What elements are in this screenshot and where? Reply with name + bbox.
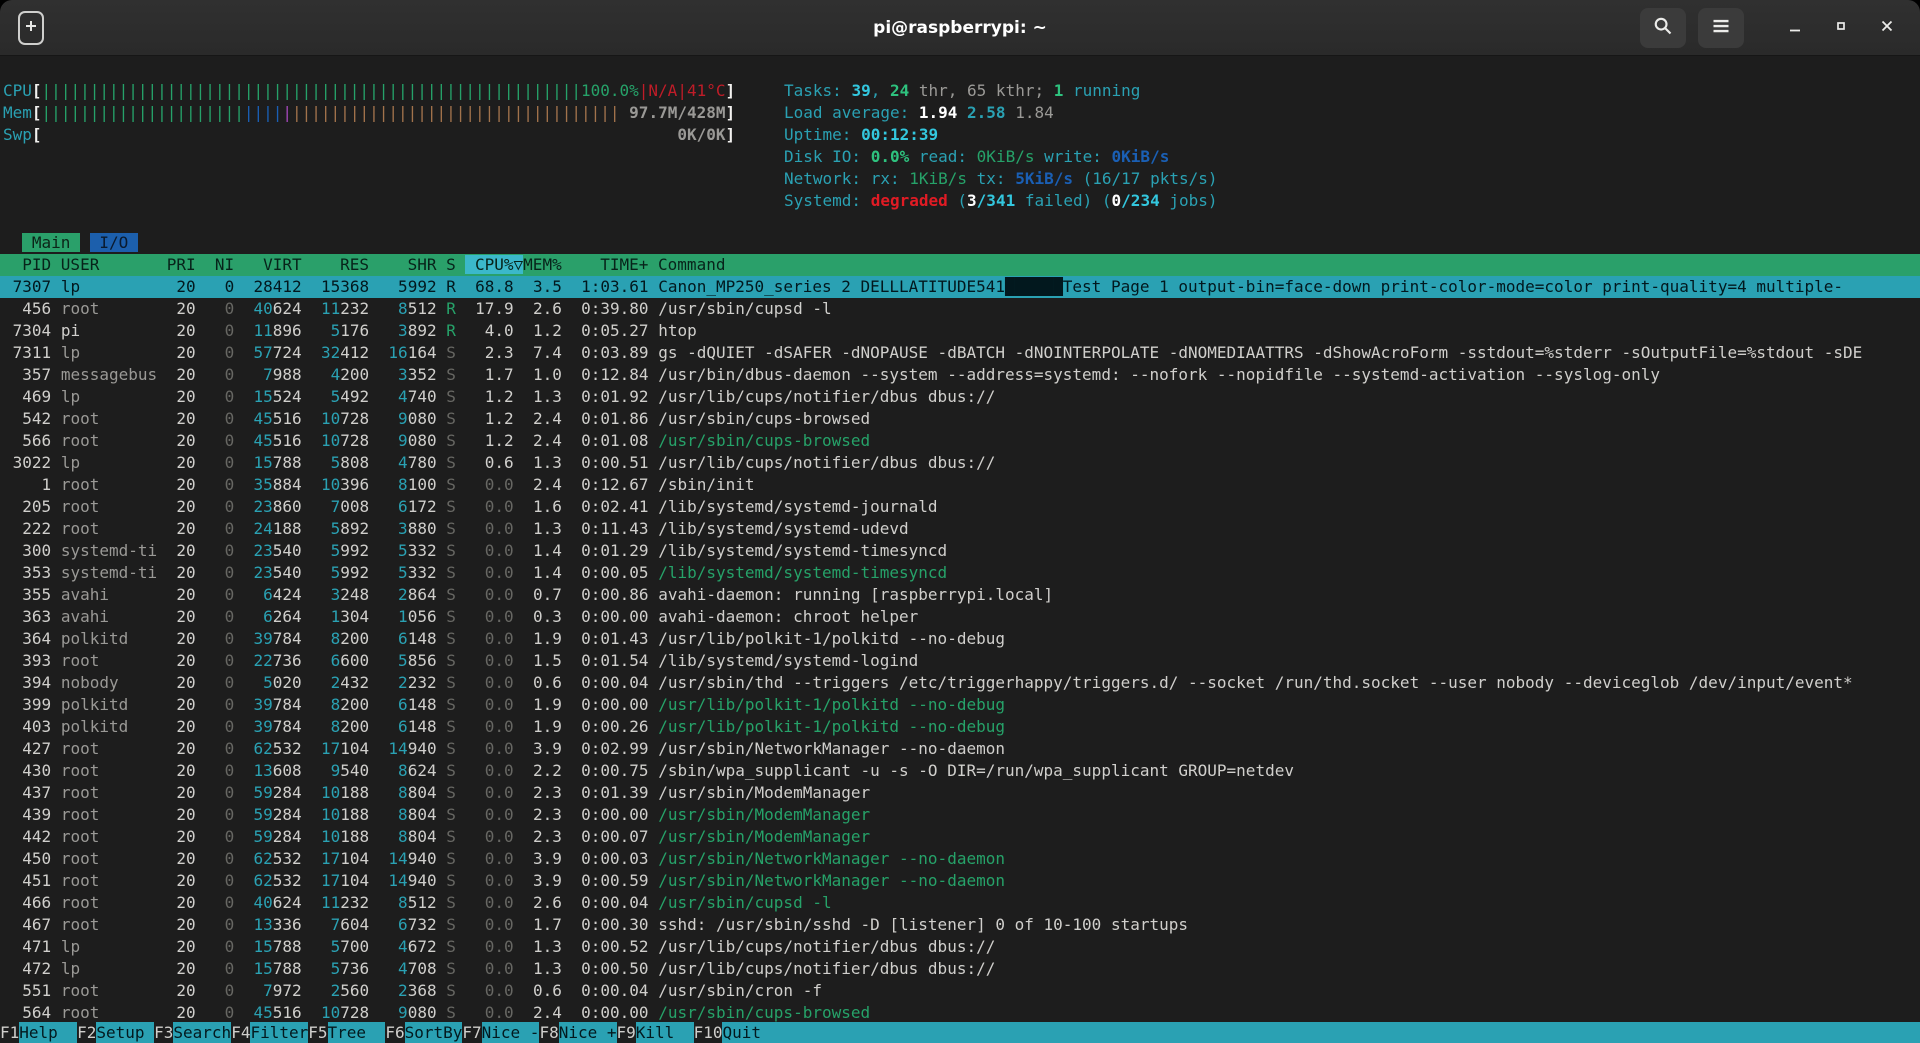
plus-icon bbox=[24, 19, 38, 36]
fkey-filter[interactable]: Filter bbox=[250, 1022, 308, 1043]
new-tab-button[interactable] bbox=[18, 11, 44, 45]
mem-meter: Mem[||||||||||||||||||||||||||||||||||||… bbox=[3, 102, 784, 124]
fkey-tree[interactable]: Tree bbox=[328, 1022, 386, 1043]
process-row-355[interactable]: 355 avahi 20 0 6424 3248 2864 S 0.0 0.7 … bbox=[0, 584, 1920, 606]
window-title: pi@raspberrypi: ~ bbox=[0, 18, 1920, 38]
fkey-label-f8: F8 bbox=[539, 1022, 558, 1043]
fkey-kill[interactable]: Kill bbox=[636, 1022, 694, 1043]
process-row-471[interactable]: 471 lp 20 0 15788 5700 4672 S 0.0 1.3 0:… bbox=[0, 936, 1920, 958]
process-table: 7307 lp 20 0 28412 15368 5992 R 68.8 3.5… bbox=[0, 276, 1920, 1024]
fkey-label-f10: F10 bbox=[694, 1022, 723, 1043]
swp-meter: Swp[ 0K/0K] bbox=[3, 124, 784, 146]
sort-column-header-cpu[interactable]: CPU%▽ bbox=[465, 255, 523, 274]
process-row-437[interactable]: 437 root 20 0 59284 10188 8804 S 0.0 2.3… bbox=[0, 782, 1920, 804]
process-row-566[interactable]: 566 root 20 0 45516 10728 9080 S 1.2 2.4… bbox=[0, 430, 1920, 452]
process-row-442[interactable]: 442 root 20 0 59284 10188 8804 S 0.0 2.3… bbox=[0, 826, 1920, 848]
menu-button[interactable] bbox=[1698, 8, 1744, 48]
process-row-456[interactable]: 456 root 20 0 40624 11232 8512 R 17.9 2.… bbox=[0, 298, 1920, 320]
fkey-sortby[interactable]: SortBy bbox=[405, 1022, 463, 1043]
fkey-quit[interactable]: Quit bbox=[722, 1022, 1920, 1043]
process-row-1[interactable]: 1 root 20 0 35884 10396 8100 S 0.0 2.4 0… bbox=[0, 474, 1920, 496]
window-controls bbox=[1640, 8, 1904, 48]
process-row-205[interactable]: 205 root 20 0 23860 7008 6172 S 0.0 1.6 … bbox=[0, 496, 1920, 518]
screen-tabs: Main I/O bbox=[3, 232, 138, 254]
process-row-451[interactable]: 451 root 20 0 62532 17104 14940 S 0.0 3.… bbox=[0, 870, 1920, 892]
meters-column: CPU[||||||||||||||||||||||||||||||||||||… bbox=[3, 80, 784, 212]
stats-column: Tasks: 39, 24 thr, 65 kthr; 1 runningLoa… bbox=[784, 80, 1218, 212]
process-row-222[interactable]: 222 root 20 0 24188 5892 3880 S 0.0 1.3 … bbox=[0, 518, 1920, 540]
process-row-469[interactable]: 469 lp 20 0 15524 5492 4740 S 1.2 1.3 0:… bbox=[0, 386, 1920, 408]
hamburger-icon bbox=[1711, 16, 1731, 39]
process-row-3022[interactable]: 3022 lp 20 0 15788 5808 4780 S 0.6 1.3 0… bbox=[0, 452, 1920, 474]
close-icon bbox=[1879, 18, 1895, 37]
process-row-363[interactable]: 363 avahi 20 0 6264 1304 1056 S 0.0 0.3 … bbox=[0, 606, 1920, 628]
process-row-353[interactable]: 353 systemd-ti 20 0 23540 5992 5332 S 0.… bbox=[0, 562, 1920, 584]
tab-main[interactable]: Main bbox=[22, 233, 80, 252]
fkey-label-f7: F7 bbox=[462, 1022, 481, 1043]
search-icon bbox=[1653, 16, 1673, 39]
fkey-setup[interactable]: Setup bbox=[96, 1022, 154, 1043]
terminal-window: pi@raspberrypi: ~ bbox=[0, 0, 1920, 1043]
process-row-430[interactable]: 430 root 20 0 13608 9540 8624 S 0.0 2.2 … bbox=[0, 760, 1920, 782]
minimize-button[interactable] bbox=[1778, 11, 1812, 45]
cpu-meter: CPU[||||||||||||||||||||||||||||||||||||… bbox=[3, 80, 784, 102]
maximize-icon bbox=[1833, 18, 1849, 37]
uptime-line: Uptime: 00:12:39 bbox=[784, 124, 1218, 146]
fkey-search[interactable]: Search bbox=[173, 1022, 231, 1043]
table-header-row[interactable]: PID USER PRI NI VIRT RES SHR S CPU%▽MEM%… bbox=[0, 254, 1920, 276]
process-row-399[interactable]: 399 polkitd 20 0 39784 8200 6148 S 0.0 1… bbox=[0, 694, 1920, 716]
process-row-364[interactable]: 364 polkitd 20 0 39784 8200 6148 S 0.0 1… bbox=[0, 628, 1920, 650]
process-row-542[interactable]: 542 root 20 0 45516 10728 9080 S 1.2 2.4… bbox=[0, 408, 1920, 430]
titlebar: pi@raspberrypi: ~ bbox=[0, 0, 1920, 56]
search-button[interactable] bbox=[1640, 8, 1686, 48]
process-row-564[interactable]: 564 root 20 0 45516 10728 9080 S 0.0 2.4… bbox=[0, 1002, 1920, 1024]
process-row-394[interactable]: 394 nobody 20 0 5020 2432 2232 S 0.0 0.6… bbox=[0, 672, 1920, 694]
process-row-300[interactable]: 300 systemd-ti 20 0 23540 5992 5332 S 0.… bbox=[0, 540, 1920, 562]
process-row-472[interactable]: 472 lp 20 0 15788 5736 4708 S 0.0 1.3 0:… bbox=[0, 958, 1920, 980]
process-row-357[interactable]: 357 messagebus 20 0 7988 4200 3352 S 1.7… bbox=[0, 364, 1920, 386]
systemd-line: Systemd: degraded (3/341 failed) (0/234 … bbox=[784, 190, 1218, 212]
fkey-label-f9: F9 bbox=[617, 1022, 636, 1043]
process-row-7307[interactable]: 7307 lp 20 0 28412 15368 5992 R 68.8 3.5… bbox=[0, 276, 1920, 298]
fkey-help[interactable]: Help bbox=[19, 1022, 77, 1043]
htop-header-block: CPU[||||||||||||||||||||||||||||||||||||… bbox=[3, 80, 1920, 212]
fkey-nice-[interactable]: Nice + bbox=[559, 1022, 617, 1043]
network-line: Network: rx: 1KiB/s tx: 5KiB/s (16/17 pk… bbox=[784, 168, 1218, 190]
fkey-label-f4: F4 bbox=[231, 1022, 250, 1043]
tab-io[interactable]: I/O bbox=[90, 233, 138, 252]
process-row-7304[interactable]: 7304 pi 20 0 11896 5176 3892 R 4.0 1.2 0… bbox=[0, 320, 1920, 342]
minimize-icon bbox=[1787, 18, 1803, 37]
tasks-line: Tasks: 39, 24 thr, 65 kthr; 1 running bbox=[784, 80, 1218, 102]
close-button[interactable] bbox=[1870, 11, 1904, 45]
fkey-label-f3: F3 bbox=[154, 1022, 173, 1043]
process-row-450[interactable]: 450 root 20 0 62532 17104 14940 S 0.0 3.… bbox=[0, 848, 1920, 870]
process-row-439[interactable]: 439 root 20 0 59284 10188 8804 S 0.0 2.3… bbox=[0, 804, 1920, 826]
maximize-button[interactable] bbox=[1824, 11, 1858, 45]
process-row-551[interactable]: 551 root 20 0 7972 2560 2368 S 0.0 0.6 0… bbox=[0, 980, 1920, 1002]
process-row-467[interactable]: 467 root 20 0 13336 7604 6732 S 0.0 1.7 … bbox=[0, 914, 1920, 936]
disk-io-line: Disk IO: 0.0% read: 0KiB/s write: 0KiB/s bbox=[784, 146, 1218, 168]
process-row-466[interactable]: 466 root 20 0 40624 11232 8512 S 0.0 2.6… bbox=[0, 892, 1920, 914]
htop-screen[interactable]: CPU[||||||||||||||||||||||||||||||||||||… bbox=[0, 56, 1920, 1043]
fkey-label-f5: F5 bbox=[308, 1022, 327, 1043]
process-row-393[interactable]: 393 root 20 0 22736 6600 5856 S 0.0 1.5 … bbox=[0, 650, 1920, 672]
load-average-line: Load average: 1.94 2.58 1.84 bbox=[784, 102, 1218, 124]
fkey-nice-[interactable]: Nice - bbox=[482, 1022, 540, 1043]
function-key-bar: F1Help F2Setup F3SearchF4FilterF5Tree F6… bbox=[0, 1022, 1920, 1043]
fkey-label-f1: F1 bbox=[0, 1022, 19, 1043]
process-row-7311[interactable]: 7311 lp 20 0 57724 32412 16164 S 2.3 7.4… bbox=[0, 342, 1920, 364]
fkey-label-f6: F6 bbox=[385, 1022, 404, 1043]
process-row-403[interactable]: 403 polkitd 20 0 39784 8200 6148 S 0.0 1… bbox=[0, 716, 1920, 738]
process-row-427[interactable]: 427 root 20 0 62532 17104 14940 S 0.0 3.… bbox=[0, 738, 1920, 760]
fkey-label-f2: F2 bbox=[77, 1022, 96, 1043]
